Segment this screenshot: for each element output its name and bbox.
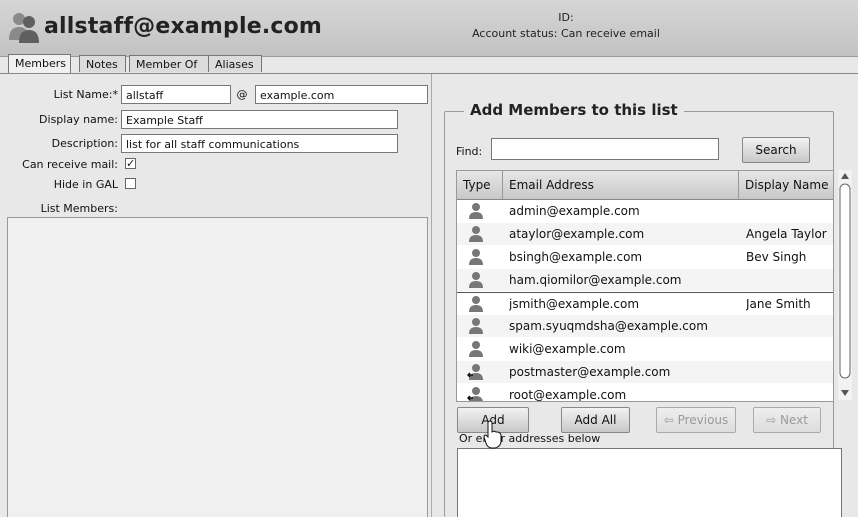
display-name-cell: Jane Smith xyxy=(746,297,811,311)
hide-in-gal-label: Hide in GAL xyxy=(53,178,118,191)
table-row[interactable]: jsmith@example.com Jane Smith xyxy=(457,292,833,316)
email-cell: postmaster@example.com xyxy=(509,365,671,379)
type-cell xyxy=(467,384,497,401)
type-cell xyxy=(467,200,497,222)
user-icon xyxy=(469,318,483,334)
arrow-left-icon: ⇦ xyxy=(663,413,674,427)
domain-field[interactable]: example.com xyxy=(255,85,428,104)
results-scrollbar[interactable] xyxy=(838,170,852,400)
description-label: Description: xyxy=(51,137,118,150)
description-field[interactable]: list for all staff communications xyxy=(121,134,398,153)
display-name-cell xyxy=(746,384,833,401)
tab-divider xyxy=(0,73,858,74)
list-name-label: List Name:* xyxy=(53,88,118,101)
tab-notes[interactable]: Notes xyxy=(79,55,126,72)
type-cell xyxy=(467,246,497,268)
type-cell xyxy=(467,269,497,291)
next-label: Next xyxy=(779,413,808,427)
display-name-cell xyxy=(746,338,833,360)
user-icon xyxy=(469,203,483,219)
table-row[interactable]: postmaster@example.com xyxy=(457,361,833,383)
panel-divider xyxy=(431,74,432,517)
email-cell: wiki@example.com xyxy=(509,342,626,356)
table-row[interactable]: ataylor@example.com Angela Taylor xyxy=(457,223,833,245)
can-receive-mail-checkbox[interactable]: ✓ xyxy=(125,158,136,169)
user-icon xyxy=(469,296,483,312)
column-header-display-name[interactable]: Display Name xyxy=(739,171,833,199)
hand-cursor-icon xyxy=(483,420,502,449)
account-status: Account status: Can receive email xyxy=(472,27,660,40)
display-name-cell: Bev Singh xyxy=(746,250,807,264)
add-all-button[interactable]: Add All xyxy=(561,407,630,433)
column-header-email[interactable]: Email Address xyxy=(503,171,739,199)
table-row[interactable]: wiki@example.com xyxy=(457,338,833,360)
table-row[interactable]: spam.syuqmdsha@example.com xyxy=(457,315,833,337)
scroll-thumb[interactable] xyxy=(839,183,851,379)
account-meta: ID: Account status: Can receive email xyxy=(436,10,696,42)
type-cell xyxy=(467,315,497,337)
header-bar: allstaff@example.com ID: Account status:… xyxy=(0,0,858,57)
add-members-legend: Add Members to this list xyxy=(464,101,684,119)
list-members-box[interactable] xyxy=(7,217,428,517)
hide-in-gal-checkbox[interactable] xyxy=(125,178,136,189)
display-name-field[interactable]: Example Staff xyxy=(121,110,398,129)
type-cell xyxy=(467,361,497,383)
find-input[interactable] xyxy=(491,138,719,160)
table-row[interactable]: root@example.com xyxy=(457,384,833,402)
email-cell: jsmith@example.com xyxy=(509,297,640,311)
next-button[interactable]: ⇨ Next xyxy=(753,407,821,433)
arrow-right-icon: ⇨ xyxy=(766,413,777,427)
email-cell: admin@example.com xyxy=(509,204,640,218)
other-addresses-input[interactable] xyxy=(457,448,842,517)
email-cell: bsingh@example.com xyxy=(509,250,643,264)
tab-member-of[interactable]: Member Of xyxy=(129,55,210,72)
at-sign: @ xyxy=(236,88,248,101)
list-members-label: List Members: xyxy=(40,202,118,215)
find-label: Find: xyxy=(456,145,483,158)
other-addresses-hint: Or enter addresses below xyxy=(459,432,601,445)
display-name-cell xyxy=(746,200,833,222)
email-cell: spam.syuqmdsha@example.com xyxy=(509,319,708,333)
email-cell: ataylor@example.com xyxy=(509,227,645,241)
results-table: Type Email Address Display Name admin@ex… xyxy=(456,170,834,402)
table-row[interactable]: admin@example.com xyxy=(457,200,833,222)
page-title: allstaff@example.com xyxy=(44,14,323,39)
display-name-label: Display name: xyxy=(39,113,118,126)
email-cell: root@example.com xyxy=(509,388,627,402)
tab-members[interactable]: Members xyxy=(8,54,71,73)
list-name-field[interactable]: allstaff xyxy=(121,85,231,104)
user-icon xyxy=(469,272,483,288)
type-cell xyxy=(467,223,497,245)
previous-label: Previous xyxy=(677,413,729,427)
email-cell: ham.qiomilor@example.com xyxy=(509,273,682,287)
alias-icon xyxy=(467,364,483,380)
table-header: Type Email Address Display Name xyxy=(457,171,833,200)
alias-icon xyxy=(467,387,483,401)
column-header-type[interactable]: Type xyxy=(457,171,503,199)
search-button[interactable]: Search xyxy=(742,137,810,163)
type-cell xyxy=(467,338,497,360)
can-receive-mail-label: Can receive mail: xyxy=(22,158,118,171)
type-cell xyxy=(467,293,497,315)
display-name-cell xyxy=(746,361,833,383)
display-name-cell: Angela Taylor xyxy=(746,227,827,241)
previous-button[interactable]: ⇦ Previous xyxy=(656,407,736,433)
user-icon xyxy=(469,249,483,265)
user-icon xyxy=(469,226,483,242)
distribution-list-icon xyxy=(9,13,39,43)
display-name-cell xyxy=(746,315,833,337)
user-icon xyxy=(469,341,483,357)
tab-aliases[interactable]: Aliases xyxy=(208,55,262,72)
table-row[interactable]: ham.qiomilor@example.com xyxy=(457,269,833,291)
display-name-cell xyxy=(746,269,833,291)
id-label: ID: xyxy=(558,11,574,24)
table-row[interactable]: bsingh@example.com Bev Singh xyxy=(457,246,833,268)
